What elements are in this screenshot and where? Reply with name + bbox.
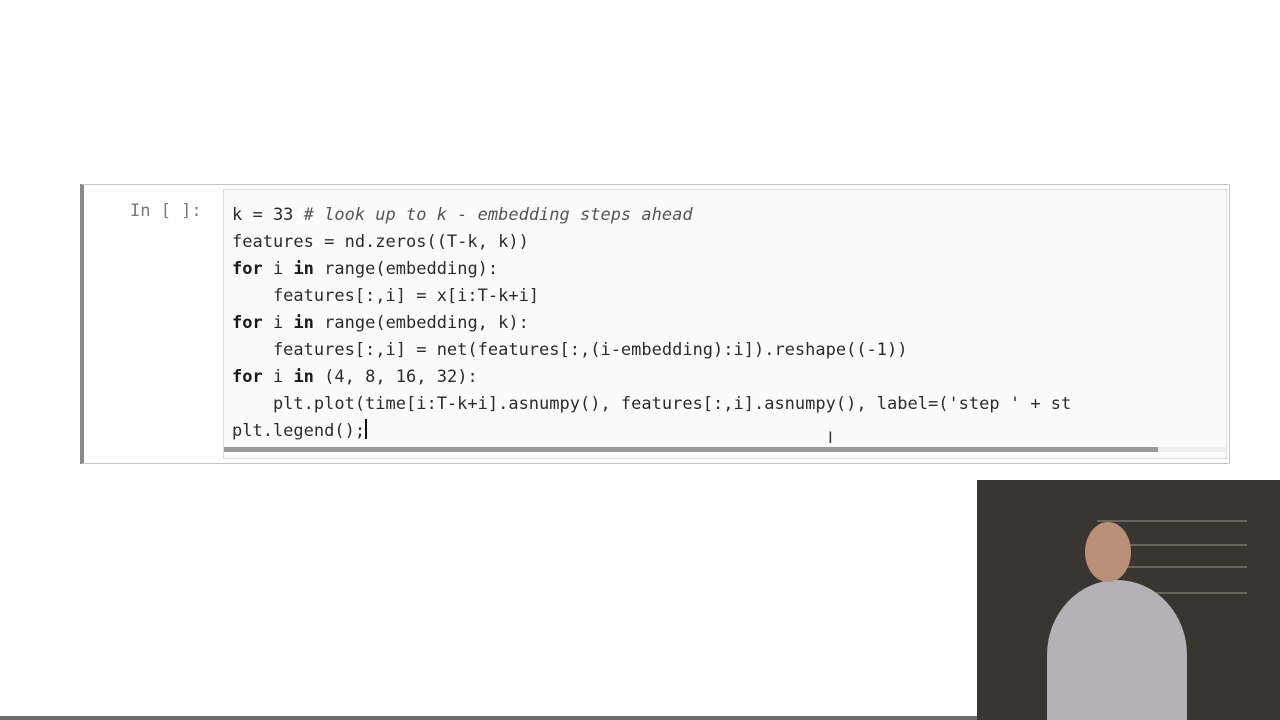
code-line[interactable]: features = nd.zeros((T-k, k))	[232, 229, 1071, 256]
code-keyword: for	[232, 367, 263, 387]
code-keyword: in	[293, 313, 314, 333]
code-token: features[:,i] = x[i:T-k+i]	[232, 286, 540, 306]
code-token: i	[262, 367, 294, 387]
code-line[interactable]: for i in range(embedding):	[232, 256, 1071, 283]
code-token: plt.legend();	[232, 421, 366, 441]
code-token: range(embedding, k):	[313, 313, 529, 333]
code-line[interactable]: plt.plot(time[i:T-k+i].asnumpy(), featur…	[232, 391, 1071, 418]
code-line[interactable]: for i in (4, 8, 16, 32):	[232, 364, 1071, 391]
code-comment: # look up to k - embedding steps ahead	[303, 205, 693, 225]
bottom-edge-bar	[0, 716, 977, 720]
code-token: i	[262, 313, 294, 333]
code-token: range(embedding):	[313, 259, 499, 279]
code-token: i	[262, 259, 294, 279]
code-line[interactable]: for i in range(embedding, k):	[232, 310, 1071, 337]
code-token: features[:,i] = net(features[:,(i-embedd…	[232, 340, 908, 360]
code-keyword: in	[293, 259, 314, 279]
code-token: plt.plot(time[i:T-k+i].asnumpy(), featur…	[232, 394, 1072, 414]
presenter-head	[1085, 522, 1131, 582]
presenter-body	[1047, 580, 1187, 720]
code-token: k = 33	[232, 205, 304, 225]
code-keyword: for	[232, 259, 263, 279]
code-keyword: for	[232, 313, 263, 333]
code-line[interactable]: features[:,i] = net(features[:,(i-embedd…	[232, 337, 1071, 364]
code-token: (4, 8, 16, 32):	[313, 367, 478, 387]
text-ibeam-cursor-icon: I	[828, 428, 833, 447]
horizontal-scrollbar[interactable]	[224, 447, 1226, 452]
code-line[interactable]: features[:,i] = x[i:T-k+i]	[232, 283, 1071, 310]
horizontal-scrollbar-thumb[interactable]	[224, 447, 1158, 452]
code-editor[interactable]: k = 33 # look up to k - embedding steps …	[223, 189, 1227, 459]
presenter-webcam-overlay	[977, 480, 1280, 720]
code-token: features = nd.zeros((T-k, k))	[232, 232, 529, 252]
text-caret	[365, 419, 368, 439]
notebook-code-cell[interactable]: In [ ]: k = 33 # look up to k - embeddin…	[80, 184, 1230, 464]
input-prompt: In [ ]:	[130, 201, 202, 221]
code-line[interactable]: plt.legend();	[232, 418, 1071, 445]
code-keyword: in	[293, 367, 314, 387]
code-text[interactable]: k = 33 # look up to k - embedding steps …	[232, 202, 1071, 445]
code-line[interactable]: k = 33 # look up to k - embedding steps …	[232, 202, 1071, 229]
